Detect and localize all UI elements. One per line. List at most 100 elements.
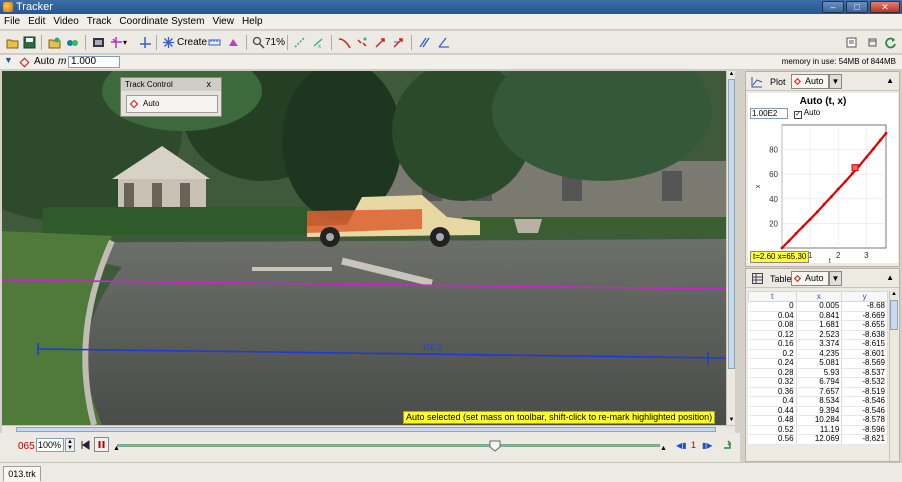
velocity-vector-icon[interactable] — [374, 36, 387, 49]
track-menu-dropdown-icon[interactable]: ▼ — [4, 55, 13, 65]
table-cell[interactable]: -8.621 — [841, 434, 888, 445]
table-row[interactable]: 0.2 4.235 -8.601 — [748, 349, 888, 359]
table-cell[interactable]: 2.523 — [796, 330, 843, 340]
table-cell[interactable]: -8.68 — [841, 301, 888, 312]
video-viewer[interactable]: 100.0 Track Control x Auto Auto selected… — [2, 71, 726, 425]
table-row[interactable]: 0.44 9.394 -8.546 — [748, 406, 888, 416]
table-cell[interactable]: -8.532 — [841, 377, 888, 388]
track-control-title-bar[interactable]: Track Control x — [121, 78, 221, 91]
menu-track[interactable]: Track — [83, 14, 116, 29]
axes-dropdown-icon[interactable]: ▾ — [123, 35, 127, 50]
table-cell[interactable]: -8.569 — [841, 358, 888, 369]
table-row[interactable]: 0.32 6.794 -8.532 — [748, 377, 888, 388]
open-video-icon[interactable] — [48, 36, 61, 49]
calibration-tools-icon[interactable] — [139, 36, 152, 49]
table-track-selector[interactable]: Auto — [791, 271, 829, 286]
notes-icon[interactable] — [845, 36, 858, 49]
table-track-dropdown-icon[interactable]: ▼ — [829, 271, 842, 286]
table-cell[interactable]: 6.794 — [796, 377, 843, 388]
frame-number[interactable]: 065 — [18, 441, 35, 452]
video-vertical-scroll-thumb[interactable] — [728, 79, 735, 369]
table-cell[interactable]: -8.638 — [841, 330, 888, 340]
table-row[interactable]: 0.36 7.657 -8.519 — [748, 387, 888, 397]
table-cell[interactable]: 0.04 — [748, 311, 797, 321]
table-row[interactable]: 0.04 0.841 -8.669 — [748, 311, 888, 321]
table-cell[interactable]: 0 — [748, 301, 797, 312]
scroll-down-icon[interactable]: ▼ — [728, 417, 735, 425]
reset-icon[interactable] — [722, 440, 732, 450]
table-cell[interactable]: 0.12 — [748, 330, 797, 340]
zoom-icon[interactable] — [252, 36, 265, 49]
clip-settings-icon[interactable] — [92, 36, 105, 49]
table-row[interactable]: 0.4 8.534 -8.546 — [748, 396, 888, 407]
table-cell[interactable]: 0.36 — [748, 387, 797, 397]
table-cell[interactable]: 0.24 — [748, 358, 797, 369]
point-marks-icon[interactable] — [356, 36, 369, 49]
mass-field[interactable]: 1.000 — [68, 56, 120, 68]
playback-rate-field[interactable]: 100% — [36, 438, 64, 452]
table-cell[interactable]: 0.4 — [748, 396, 797, 407]
plot-track-dropdown-icon[interactable]: ▼ — [829, 74, 842, 89]
menu-help[interactable]: Help — [238, 14, 267, 29]
table-cell[interactable]: -8.519 — [841, 387, 888, 397]
table-cell[interactable]: 1.681 — [796, 320, 843, 331]
table-cell[interactable]: 0.08 — [748, 320, 797, 331]
column-header-y[interactable]: y — [841, 291, 888, 302]
path-trail-icon[interactable] — [338, 36, 351, 49]
video-filters-icon[interactable] — [66, 36, 79, 49]
table-cell[interactable]: 5.081 — [796, 358, 843, 369]
menu-view[interactable]: View — [208, 14, 238, 29]
video-horizontal-scrollbar[interactable] — [2, 425, 735, 433]
table-scrollbar[interactable]: ▲ — [889, 291, 898, 461]
table-cell[interactable]: 11.19 — [796, 425, 843, 435]
video-horizontal-scroll-thumb[interactable] — [16, 427, 716, 432]
table-cell[interactable]: 8.534 — [796, 396, 843, 407]
table-cell[interactable]: -8.655 — [841, 320, 888, 331]
table-cell[interactable]: 0.44 — [748, 406, 797, 416]
refresh-icon[interactable] — [884, 36, 897, 49]
table-cell[interactable]: 0.32 — [748, 377, 797, 388]
table-cell[interactable]: -8.669 — [841, 311, 888, 321]
table-row[interactable]: 0.12 2.523 -8.638 — [748, 330, 888, 340]
track-control-close-icon[interactable]: x — [207, 78, 212, 91]
plot-track-selector[interactable]: Auto — [791, 74, 829, 89]
table-scroll-thumb[interactable] — [890, 300, 898, 330]
pause-button[interactable] — [94, 437, 109, 452]
end-marker-icon[interactable]: ▲ — [660, 445, 667, 452]
table-row[interactable]: 0.56 12.069 -8.621 — [748, 434, 888, 445]
close-window-button[interactable]: ✕ — [870, 1, 900, 13]
table-row[interactable]: 0.16 3.374 -8.615 — [748, 339, 888, 350]
step-forward-icon[interactable]: ▮▶ — [702, 441, 713, 450]
menu-edit[interactable]: Edit — [24, 14, 49, 29]
table-cell[interactable]: 9.394 — [796, 406, 843, 416]
table-cell[interactable]: 7.657 — [796, 387, 843, 397]
menu-file[interactable]: File — [0, 14, 24, 29]
save-icon[interactable] — [23, 36, 36, 49]
table-cell[interactable]: 0.28 — [748, 368, 797, 378]
minimize-button[interactable]: – — [822, 1, 844, 13]
table-cell[interactable]: -8.546 — [841, 396, 888, 407]
table-cell[interactable]: -8.578 — [841, 415, 888, 426]
create-track-icon[interactable] — [162, 36, 175, 49]
open-folder-icon[interactable] — [6, 36, 19, 49]
table-cell[interactable]: 0.841 — [796, 311, 843, 321]
table-scroll-up-icon[interactable]: ▲ — [890, 291, 898, 299]
table-collapse-icon[interactable]: ▲ — [886, 273, 894, 282]
rate-spinner[interactable]: ▲ ▼ — [65, 438, 75, 452]
menu-coordinate-system[interactable]: Coordinate System — [115, 14, 208, 29]
table-cell[interactable]: 0.52 — [748, 425, 797, 435]
maximize-button[interactable]: □ — [846, 1, 868, 13]
table-cell[interactable]: 0.2 — [748, 349, 797, 359]
menu-video[interactable]: Video — [49, 14, 82, 29]
table-row[interactable]: 0 0.005 -8.68 — [748, 301, 888, 312]
pin-icon[interactable] — [866, 36, 879, 49]
plot-collapse-icon[interactable]: ▲ — [886, 76, 894, 85]
frame-slider[interactable] — [117, 444, 660, 447]
table-cell[interactable]: -8.615 — [841, 339, 888, 350]
table-cell[interactable]: -8.596 — [841, 425, 888, 435]
create-button[interactable]: Create — [177, 35, 207, 50]
trace-icon[interactable] — [293, 36, 306, 49]
position-label-icon[interactable]: x — [312, 36, 325, 49]
table-cell[interactable]: 0.48 — [748, 415, 797, 426]
video-vertical-scrollbar[interactable]: ▲ ▼ — [726, 71, 735, 425]
